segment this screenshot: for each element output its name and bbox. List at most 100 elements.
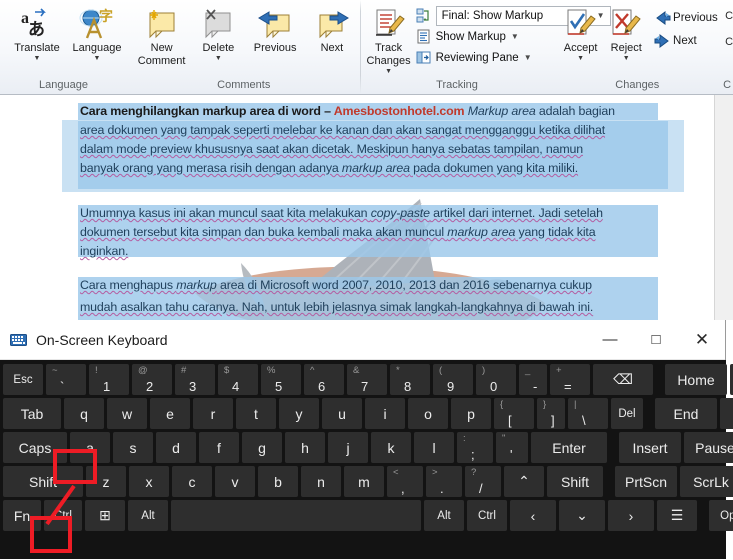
key-[interactable]: › xyxy=(608,500,654,531)
key-i[interactable]: i xyxy=(365,398,405,429)
key-r[interactable]: r xyxy=(193,398,233,429)
translate-button[interactable]: a あ Translate ▼ xyxy=(7,4,67,62)
maximize-button[interactable]: □ xyxy=(633,320,679,360)
minimize-button[interactable]: — xyxy=(587,320,633,360)
key-v[interactable]: v xyxy=(215,466,255,497)
key-options[interactable]: Options xyxy=(709,500,733,531)
key-q[interactable]: q xyxy=(64,398,104,429)
previous-change-button[interactable]: Previous xyxy=(651,6,721,29)
key-w[interactable]: w xyxy=(107,398,147,429)
document-page[interactable]: Cara menghilangkan markup area di word –… xyxy=(0,95,714,320)
key-y[interactable]: y xyxy=(279,398,319,429)
key-a[interactable]: a xyxy=(70,432,110,463)
chevron-down-icon[interactable]: ▼ xyxy=(215,55,222,62)
key-t[interactable]: t xyxy=(236,398,276,429)
reject-button[interactable]: Reject ▼ xyxy=(603,4,649,62)
key-[interactable]: += xyxy=(550,364,590,395)
key-j[interactable]: j xyxy=(328,432,368,463)
key-[interactable]: ☰ xyxy=(657,500,697,531)
key-[interactable]: ?/ xyxy=(465,466,501,497)
language-button[interactable]: 字 Language ▼ xyxy=(67,4,127,62)
key-[interactable]: <, xyxy=(387,466,423,497)
doc-line-1-link[interactable]: Amesbostonhotel.com xyxy=(334,104,465,118)
key-h[interactable]: h xyxy=(285,432,325,463)
partial-item-2[interactable]: C xyxy=(725,36,733,48)
key-8[interactable]: *8 xyxy=(390,364,430,395)
delete-comment-button[interactable]: Delete ▼ xyxy=(190,4,247,62)
chevron-down-icon[interactable]: ▼ xyxy=(577,55,584,62)
key-9[interactable]: (9 xyxy=(433,364,473,395)
new-comment-button[interactable]: New Comment xyxy=(133,4,190,67)
key-end[interactable]: End xyxy=(655,398,717,429)
key-[interactable]: }] xyxy=(537,398,565,429)
key-pgdn[interactable]: PgDn xyxy=(720,398,733,429)
key-alt[interactable]: Alt xyxy=(424,500,464,531)
previous-comment-button[interactable]: Previous xyxy=(247,4,304,54)
key-fn[interactable]: Fn xyxy=(3,500,41,531)
partial-item-1[interactable]: C xyxy=(725,10,733,22)
key-[interactable]: ⌄ xyxy=(559,500,605,531)
key-ctrl[interactable]: Ctrl xyxy=(467,500,507,531)
key-k[interactable]: k xyxy=(371,432,411,463)
key-2[interactable]: @2 xyxy=(132,364,172,395)
key-e[interactable]: e xyxy=(150,398,190,429)
next-comment-button[interactable]: Next xyxy=(304,4,361,54)
osk-title-bar[interactable]: On-Screen Keyboard — □ ✕ xyxy=(0,320,725,360)
key-u[interactable]: u xyxy=(322,398,362,429)
key-tab[interactable]: Tab xyxy=(3,398,61,429)
key-del[interactable]: Del xyxy=(611,398,643,429)
key-5[interactable]: %5 xyxy=(261,364,301,395)
close-button[interactable]: ✕ xyxy=(679,320,725,360)
key-esc[interactable]: Esc xyxy=(3,364,43,395)
key-[interactable]: _- xyxy=(519,364,547,395)
key-[interactable]: ⌃ xyxy=(504,466,544,497)
key-n[interactable]: n xyxy=(301,466,341,497)
key-l[interactable]: l xyxy=(414,432,454,463)
key-[interactable]: ⊞ xyxy=(85,500,125,531)
key-home[interactable]: Home xyxy=(665,364,727,395)
chevron-down-icon[interactable]: ▼ xyxy=(34,55,41,62)
key-s[interactable]: s xyxy=(113,432,153,463)
key-[interactable]: |\ xyxy=(568,398,608,429)
key-[interactable]: >. xyxy=(426,466,462,497)
key-[interactable]: {[ xyxy=(494,398,534,429)
key-z[interactable]: z xyxy=(86,466,126,497)
key-alt[interactable]: Alt xyxy=(128,500,168,531)
key-f[interactable]: f xyxy=(199,432,239,463)
key-g[interactable]: g xyxy=(242,432,282,463)
track-changes-button[interactable]: Track Changes ▼ xyxy=(365,4,413,75)
key-1[interactable]: !1 xyxy=(89,364,129,395)
key-x[interactable]: x xyxy=(129,466,169,497)
document-scrollbar[interactable] xyxy=(714,95,733,320)
key-0[interactable]: )0 xyxy=(476,364,516,395)
key-4[interactable]: $4 xyxy=(218,364,258,395)
key-[interactable]: ⌫ xyxy=(593,364,653,395)
key-space[interactable] xyxy=(171,500,421,531)
key-shift[interactable]: Shift xyxy=(3,466,83,497)
key-shift[interactable]: Shift xyxy=(547,466,603,497)
chevron-down-icon[interactable]: ▼ xyxy=(94,55,101,62)
key-6[interactable]: ^6 xyxy=(304,364,344,395)
key-c[interactable]: c xyxy=(172,466,212,497)
key-pause[interactable]: Pause xyxy=(684,432,733,463)
key-[interactable]: "' xyxy=(496,432,528,463)
key-o[interactable]: o xyxy=(408,398,448,429)
key-prtscn[interactable]: PrtScn xyxy=(615,466,677,497)
chevron-down-icon[interactable]: ▼ xyxy=(524,53,532,62)
key-b[interactable]: b xyxy=(258,466,298,497)
key-[interactable]: ~` xyxy=(46,364,86,395)
next-change-button[interactable]: Next xyxy=(651,29,721,52)
key-p[interactable]: p xyxy=(451,398,491,429)
key-3[interactable]: #3 xyxy=(175,364,215,395)
key-caps[interactable]: Caps xyxy=(3,432,67,463)
accept-button[interactable]: Accept ▼ xyxy=(558,4,604,62)
key-scrlk[interactable]: ScrLk xyxy=(680,466,733,497)
key-d[interactable]: d xyxy=(156,432,196,463)
key-[interactable]: :; xyxy=(457,432,493,463)
key-7[interactable]: &7 xyxy=(347,364,387,395)
chevron-down-icon[interactable]: ▼ xyxy=(623,55,630,62)
key-insert[interactable]: Insert xyxy=(619,432,681,463)
key-m[interactable]: m xyxy=(344,466,384,497)
chevron-down-icon[interactable]: ▼ xyxy=(511,32,519,41)
chevron-down-icon[interactable]: ▼ xyxy=(385,68,392,75)
